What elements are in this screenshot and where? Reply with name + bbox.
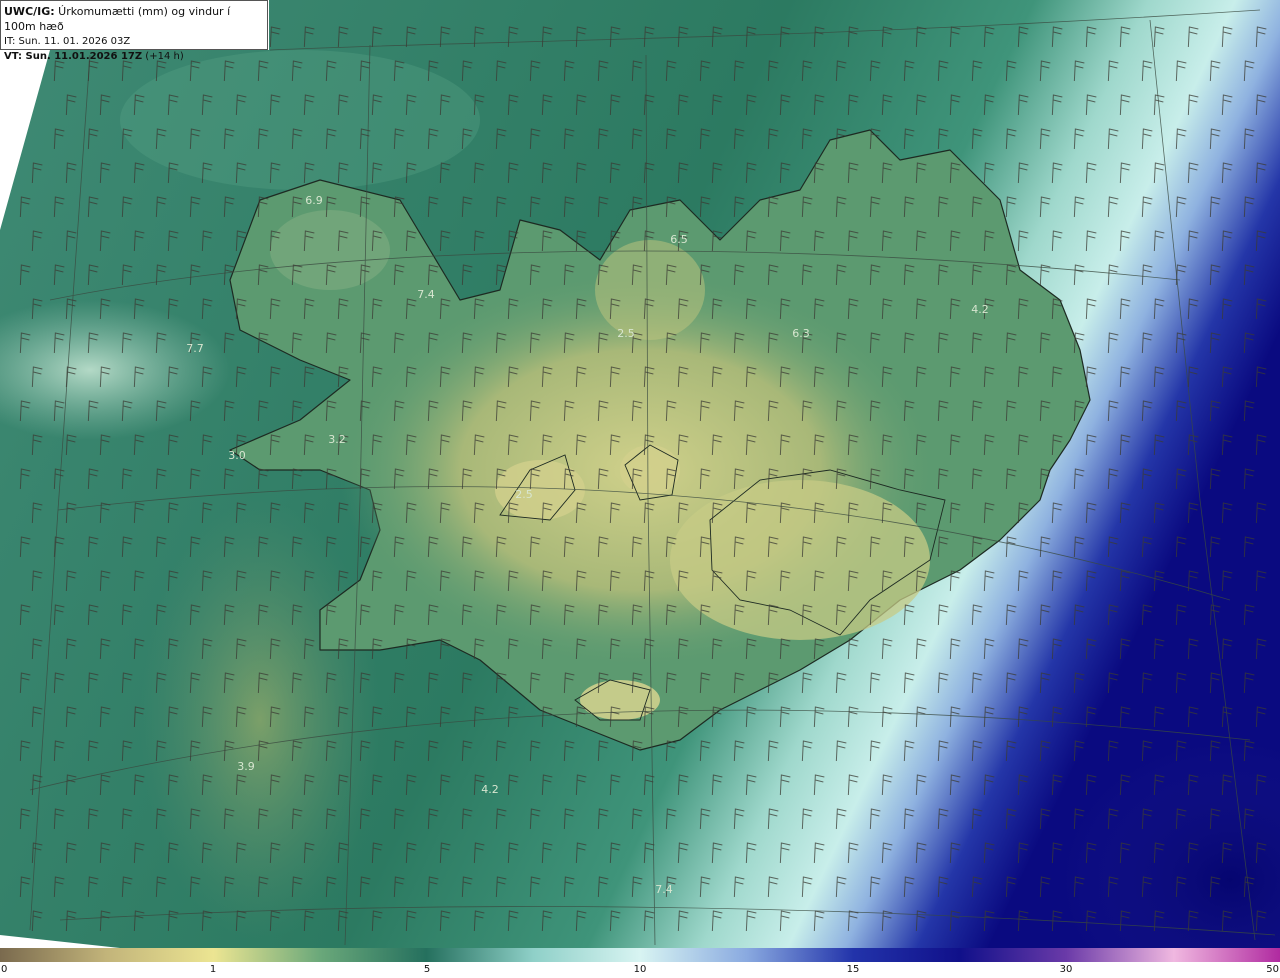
precip-value-label: 6.3 xyxy=(792,327,810,340)
colorbar-tick: 1 xyxy=(209,964,217,975)
lead-time: (+14 h) xyxy=(142,51,184,62)
map-area[interactable]: 6.9 6.5 7.4 7.7 2.5 6.3 4.2 3.2 3.0 2.5 3.9 4.2 7.4 … xyxy=(0,0,1280,948)
precip-value-label: 3.0 xyxy=(228,449,246,462)
colorbar-tick: 15 xyxy=(846,964,860,975)
valid-time: VT: Sun. 11.01.2026 17Z xyxy=(4,51,143,62)
colorbar-tick: 50 xyxy=(1266,964,1279,975)
precip-value-label: 4.2 xyxy=(481,783,499,796)
precip-value-label: 7.4 xyxy=(655,883,673,896)
precip-value-label: 3.2 xyxy=(328,433,346,446)
precip-value-label: 6.5 xyxy=(670,233,688,246)
colorbar: 0 1 5 10 15 30 50 xyxy=(0,948,1280,978)
colorbar-tick: 10 xyxy=(633,964,647,975)
precip-value-label: 2.5 xyxy=(617,327,635,340)
valid-time-line: VT: Sun. 11.01.2026 17Z (+14 h) xyxy=(4,49,264,64)
precipitation-wind-map: 6.9 6.5 7.4 7.7 2.5 6.3 4.2 3.2 3.0 2.5 3.9 4.2 7.4 xyxy=(0,0,1280,948)
init-time: IT: Sun. 11. 01. 2026 03Z xyxy=(4,36,131,47)
colorbar-tick: 0 xyxy=(1,964,8,975)
colorbar-tick: 30 xyxy=(1059,964,1073,975)
precip-value-label: 7.4 xyxy=(417,288,435,301)
precip-value-label: 6.9 xyxy=(305,194,323,207)
precip-value-label: 4.2 xyxy=(971,303,989,316)
model-name: UWC/IG: xyxy=(4,5,55,18)
header-title-line: UWC/IG: Úrkomumætti (mm) og vindur í 100… xyxy=(4,4,264,34)
colorbar-tick: 5 xyxy=(423,964,431,975)
precip-value-label: 2.5 xyxy=(515,488,533,501)
info-box: UWC/IG: Úrkomumætti (mm) og vindur í 100… xyxy=(0,0,268,62)
colorbar-strip xyxy=(0,948,1280,962)
precip-value-label: 3.9 xyxy=(237,760,255,773)
precip-value-label: 7.7 xyxy=(186,342,204,355)
